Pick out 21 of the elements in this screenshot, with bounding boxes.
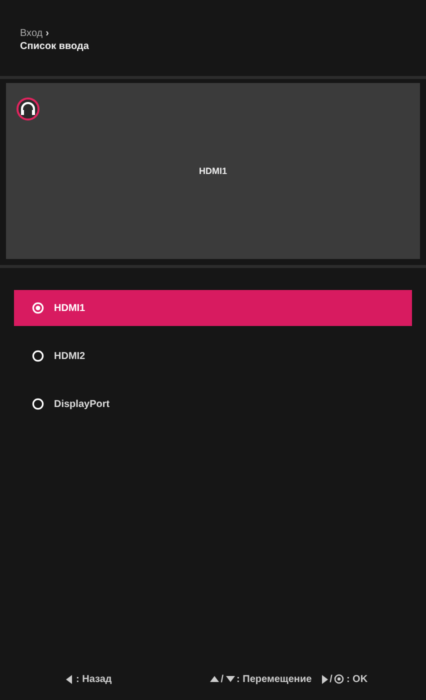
input-option[interactable]: HDMI1 [14, 290, 412, 326]
page-title: Список ввода [20, 41, 90, 52]
input-option[interactable]: DisplayPort [14, 386, 412, 422]
preview-label: HDMI1 [198, 166, 227, 176]
separator: / [330, 674, 332, 684]
ok-button-icon [334, 674, 344, 684]
back-icon [66, 674, 74, 684]
breadcrumb-link[interactable]: Вход [20, 28, 43, 39]
radio-icon [32, 350, 44, 362]
right-icon [322, 674, 328, 684]
hint-label: : Назад [76, 674, 112, 684]
input-option[interactable]: HDMI2 [14, 338, 412, 374]
hint-label: : OK [346, 674, 368, 684]
headphones-icon [16, 97, 40, 121]
up-icon [210, 676, 219, 682]
separator: / [220, 674, 224, 684]
hint-label: : Перемещение [236, 674, 312, 684]
radio-icon [32, 398, 44, 410]
radio-icon [32, 302, 44, 314]
chevron: › [46, 28, 49, 39]
down-icon [226, 676, 235, 682]
